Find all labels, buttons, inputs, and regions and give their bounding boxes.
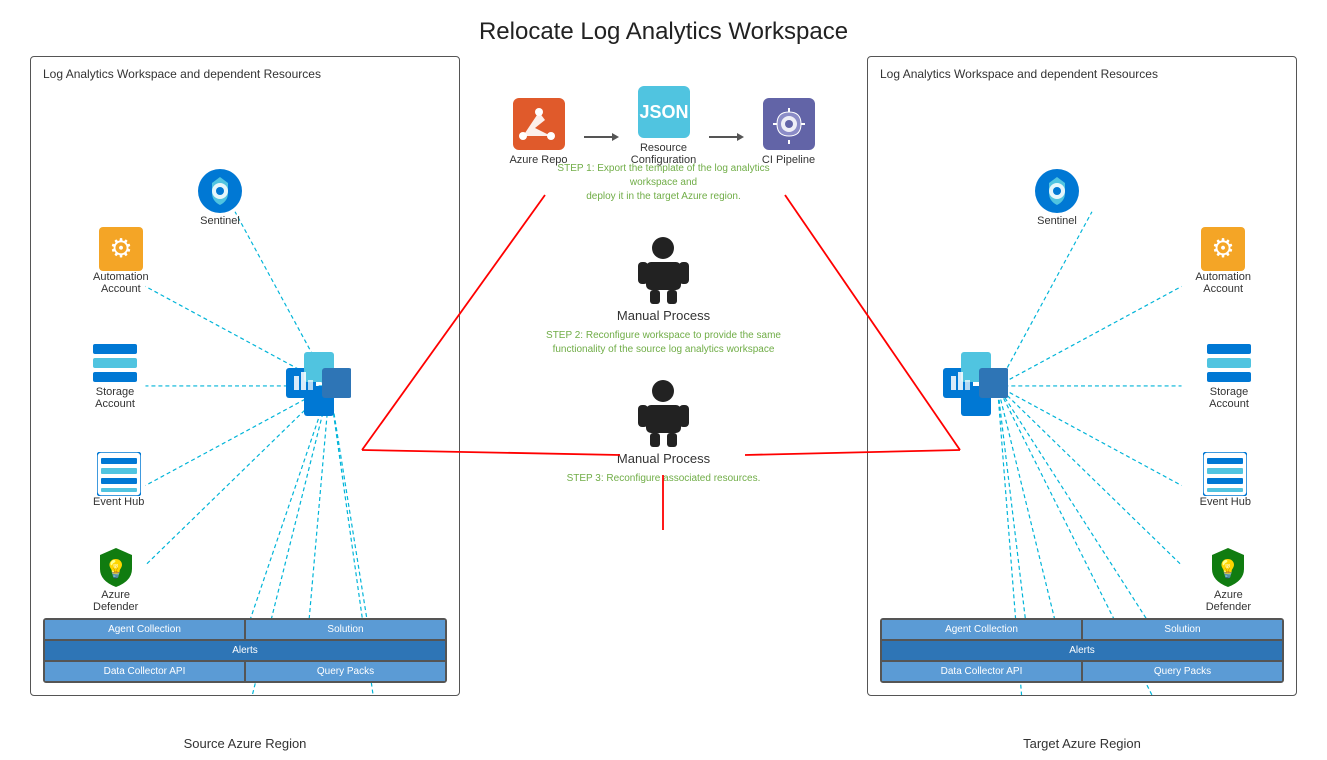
right-storage-icon: Storage Account [1207,342,1251,410]
right-automation-svg: ⚙ [1201,227,1245,271]
left-solution: Solution [245,619,446,640]
manual-process-2-label: Manual Process [617,451,710,466]
left-alerts: Alerts [44,640,446,661]
step1-label: STEP 1: Export the template of the log a… [544,162,784,204]
svg-text:JSON: JSON [639,102,688,122]
left-storage-icon: Storage Account [93,342,137,410]
right-storage-label: Storage Account [1209,386,1249,410]
automation-svg: ⚙ [99,227,143,271]
left-region-label: Source Azure Region [30,736,460,751]
left-defender-icon: 💡 Azure Defender [93,545,138,613]
left-automation-label: Automation Account [93,271,149,295]
left-table-row1: Agent Collection Solution [44,619,446,640]
left-workspace-box: Log Analytics Workspace and dependent Re… [30,56,460,696]
la-main-svg [286,352,351,417]
left-query-packs: Query Packs [245,661,446,682]
pipeline-row: Azure Repo JSON Resource Configuration [494,86,834,166]
right-workspace-box: Log Analytics Workspace and dependent Re… [867,56,1297,696]
right-table-row3: Data Collector API Query Packs [881,661,1283,682]
right-sentinel-label: Sentinel [1037,215,1077,227]
right-la-svg [943,352,1008,417]
left-sentinel-icon: Sentinel [196,167,244,227]
svg-text:⚙: ⚙ [1212,233,1235,263]
step2-label: STEP 2: Reconfigure workspace to provide… [546,329,781,357]
defender-svg: 💡 [94,545,138,589]
azure-repo-group: Azure Repo [494,98,584,166]
manual-process-1-label: Manual Process [617,308,710,323]
ci-pipeline-icon [763,98,815,150]
right-bottom-table: Agent Collection Solution Alerts Data Co… [880,618,1284,683]
right-eventhub-label: Event Hub [1200,496,1251,508]
right-defender-label: Azure Defender [1206,589,1251,613]
person-icon-1 [636,234,691,304]
left-storage-label: Storage Account [95,386,135,410]
right-la-icon [943,352,1008,417]
right-eventhub-icon: Event Hub [1200,452,1251,508]
right-sentinel-svg [1033,167,1081,215]
left-la-icon [286,352,351,417]
right-data-collector: Data Collector API [881,661,1082,682]
svg-text:💡: 💡 [104,558,126,579]
azure-repo-label: Azure Repo [509,154,567,166]
center-area: Azure Repo JSON Resource Configuration [460,56,867,696]
right-region-label: Target Azure Region [867,736,1297,751]
right-defender-icon: 💡 Azure Defender [1206,545,1251,613]
left-box-label: Log Analytics Workspace and dependent Re… [43,67,321,81]
ci-pipeline-label: CI Pipeline [762,154,815,166]
right-automation-icon: ⚙ Automation Account [1195,227,1251,295]
left-data-collector: Data Collector API [44,661,245,682]
svg-text:💡: 💡 [1217,558,1239,579]
right-automation-label: Automation Account [1195,271,1251,295]
left-bottom-table: Agent Collection Solution Alerts Data Co… [43,618,447,683]
ci-pipeline-group: CI Pipeline [744,98,834,166]
step3-label: STEP 3: Reconfigure associated resources… [567,472,761,486]
left-defender-label: Azure Defender [93,589,138,613]
right-table-row1: Agent Collection Solution [881,619,1283,640]
azure-repo-icon [513,98,565,150]
svg-text:⚙: ⚙ [109,233,132,263]
arrow-line-1 [584,130,619,144]
right-query-packs: Query Packs [1082,661,1283,682]
right-table-row2: Alerts [881,640,1283,661]
right-defender-svg: 💡 [1206,545,1250,589]
left-sentinel-label: Sentinel [200,215,240,227]
resource-config-label: Resource Configuration [631,142,696,166]
left-table-row2: Alerts [44,640,446,661]
eventhub-svg [97,452,141,496]
manual-process-2: Manual Process [617,377,710,466]
arrow-line-2 [709,130,744,144]
left-table-row3: Data Collector API Query Packs [44,661,446,682]
left-eventhub-icon: Event Hub [93,452,144,508]
left-eventhub-label: Event Hub [93,496,144,508]
left-automation-icon: ⚙ Automation Account [93,227,149,295]
right-alerts: Alerts [881,640,1283,661]
page-title: Relocate Log Analytics Workspace [0,0,1327,56]
right-box-label: Log Analytics Workspace and dependent Re… [880,67,1158,81]
left-agent-collection: Agent Collection [44,619,245,640]
right-solution: Solution [1082,619,1283,640]
right-sentinel-icon: Sentinel [1033,167,1081,227]
right-storage-svg [1207,342,1251,386]
right-eventhub-svg [1203,452,1247,496]
storage-svg [93,342,137,386]
right-agent-collection: Agent Collection [881,619,1082,640]
resource-config-icon: JSON [638,86,690,138]
sentinel-svg [196,167,244,215]
manual-process-1: Manual Process [617,234,710,323]
resource-config-group: JSON Resource Configuration [619,86,709,166]
person-icon-2 [636,377,691,447]
main-container: Log Analytics Workspace and dependent Re… [0,56,1327,736]
